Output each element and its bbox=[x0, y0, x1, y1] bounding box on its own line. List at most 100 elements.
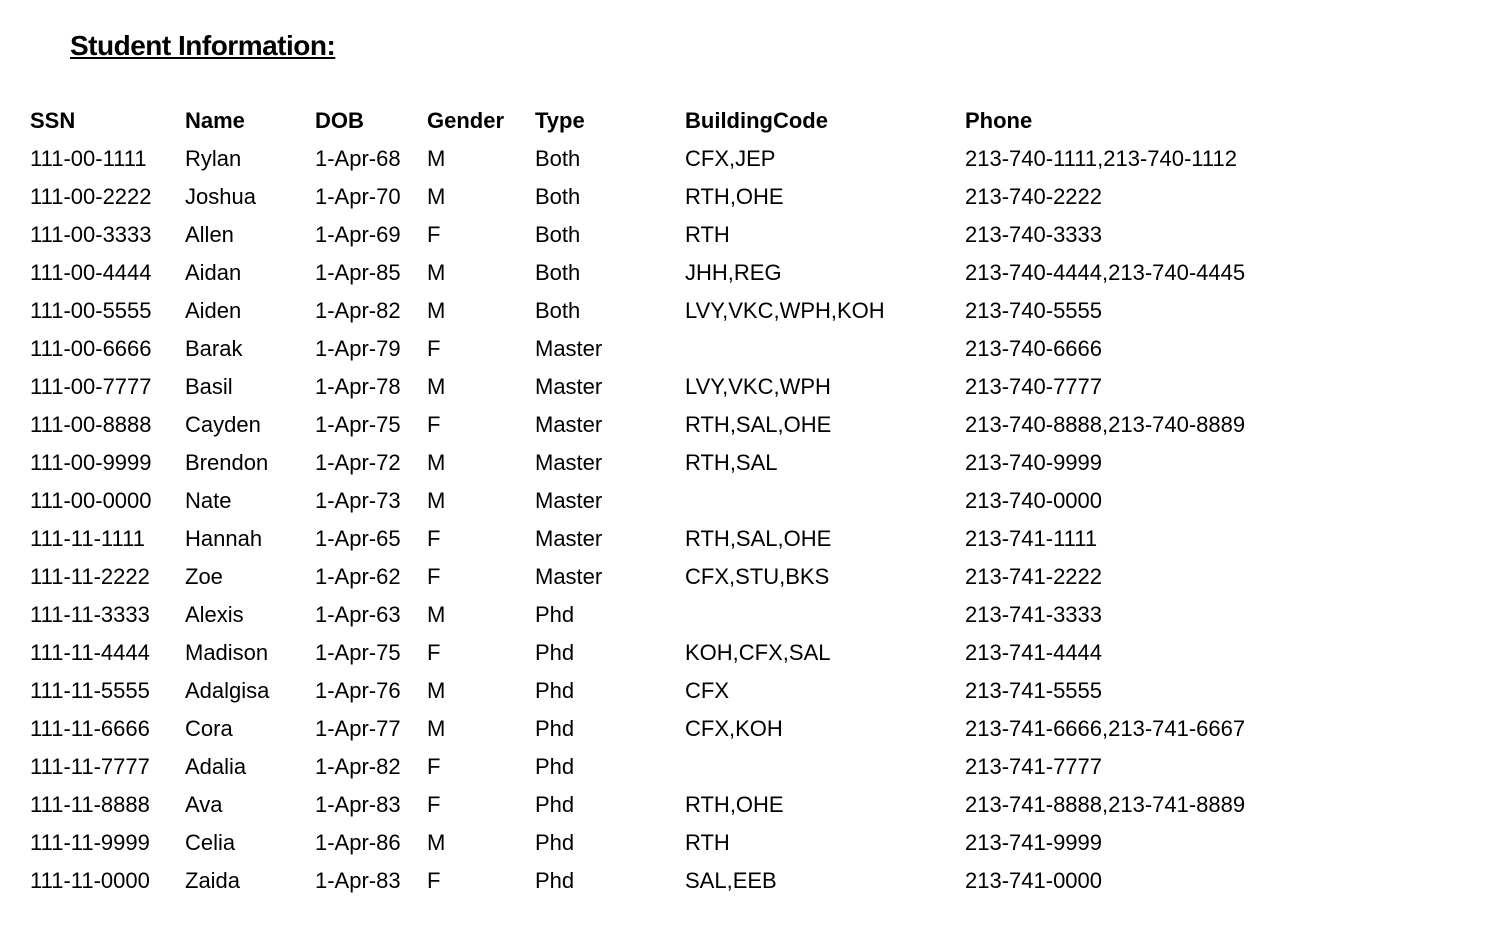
cell-type: Master bbox=[535, 482, 685, 520]
table-row: 111-00-9999Brendon1-Apr-72MMasterRTH,SAL… bbox=[30, 444, 1476, 482]
header-dob: DOB bbox=[315, 102, 427, 140]
cell-type: Phd bbox=[535, 862, 685, 900]
cell-dob: 1-Apr-77 bbox=[315, 710, 427, 748]
cell-type: Phd bbox=[535, 748, 685, 786]
cell-name: Cora bbox=[185, 710, 315, 748]
cell-ssn: 111-11-4444 bbox=[30, 634, 185, 672]
cell-building: RTH,OHE bbox=[685, 786, 965, 824]
page-title: Student Information: bbox=[70, 30, 1476, 62]
cell-name: Cayden bbox=[185, 406, 315, 444]
header-ssn: SSN bbox=[30, 102, 185, 140]
cell-name: Madison bbox=[185, 634, 315, 672]
cell-name: Aidan bbox=[185, 254, 315, 292]
cell-name: Joshua bbox=[185, 178, 315, 216]
cell-gender: M bbox=[427, 292, 535, 330]
table-row: 111-11-7777Adalia1-Apr-82FPhd213-741-777… bbox=[30, 748, 1476, 786]
cell-type: Master bbox=[535, 330, 685, 368]
table-row: 111-00-5555Aiden1-Apr-82MBothLVY,VKC,WPH… bbox=[30, 292, 1476, 330]
cell-type: Phd bbox=[535, 710, 685, 748]
cell-ssn: 111-00-5555 bbox=[30, 292, 185, 330]
cell-building: RTH,SAL,OHE bbox=[685, 520, 965, 558]
cell-type: Phd bbox=[535, 824, 685, 862]
cell-gender: M bbox=[427, 368, 535, 406]
table-row: 111-00-8888Cayden1-Apr-75FMasterRTH,SAL,… bbox=[30, 406, 1476, 444]
table-header-row: SSN Name DOB Gender Type BuildingCode Ph… bbox=[30, 102, 1476, 140]
cell-gender: F bbox=[427, 406, 535, 444]
cell-building: RTH bbox=[685, 216, 965, 254]
table-row: 111-11-9999Celia1-Apr-86MPhdRTH213-741-9… bbox=[30, 824, 1476, 862]
cell-gender: M bbox=[427, 824, 535, 862]
student-table: SSN Name DOB Gender Type BuildingCode Ph… bbox=[30, 102, 1476, 900]
cell-building: SAL,EEB bbox=[685, 862, 965, 900]
cell-gender: M bbox=[427, 482, 535, 520]
cell-name: Ava bbox=[185, 786, 315, 824]
cell-ssn: 111-00-0000 bbox=[30, 482, 185, 520]
cell-building: CFX bbox=[685, 672, 965, 710]
cell-type: Both bbox=[535, 216, 685, 254]
cell-building: KOH,CFX,SAL bbox=[685, 634, 965, 672]
cell-dob: 1-Apr-70 bbox=[315, 178, 427, 216]
cell-ssn: 111-00-2222 bbox=[30, 178, 185, 216]
cell-dob: 1-Apr-85 bbox=[315, 254, 427, 292]
cell-phone: 213-741-0000 bbox=[965, 862, 1476, 900]
cell-name: Nate bbox=[185, 482, 315, 520]
cell-gender: F bbox=[427, 558, 535, 596]
cell-type: Phd bbox=[535, 672, 685, 710]
cell-dob: 1-Apr-82 bbox=[315, 292, 427, 330]
cell-type: Phd bbox=[535, 786, 685, 824]
cell-phone: 213-740-7777 bbox=[965, 368, 1476, 406]
cell-name: Brendon bbox=[185, 444, 315, 482]
cell-ssn: 111-11-6666 bbox=[30, 710, 185, 748]
cell-type: Phd bbox=[535, 634, 685, 672]
cell-dob: 1-Apr-75 bbox=[315, 406, 427, 444]
cell-type: Phd bbox=[535, 596, 685, 634]
cell-type: Both bbox=[535, 254, 685, 292]
cell-ssn: 111-11-5555 bbox=[30, 672, 185, 710]
cell-dob: 1-Apr-73 bbox=[315, 482, 427, 520]
cell-type: Master bbox=[535, 406, 685, 444]
cell-gender: M bbox=[427, 672, 535, 710]
cell-type: Both bbox=[535, 178, 685, 216]
cell-dob: 1-Apr-62 bbox=[315, 558, 427, 596]
cell-phone: 213-741-3333 bbox=[965, 596, 1476, 634]
table-row: 111-11-1111Hannah1-Apr-65FMasterRTH,SAL,… bbox=[30, 520, 1476, 558]
cell-gender: M bbox=[427, 710, 535, 748]
cell-name: Rylan bbox=[185, 140, 315, 178]
cell-phone: 213-740-4444,213-740-4445 bbox=[965, 254, 1476, 292]
cell-gender: F bbox=[427, 748, 535, 786]
table-row: 111-00-4444Aidan1-Apr-85MBothJHH,REG213-… bbox=[30, 254, 1476, 292]
header-type: Type bbox=[535, 102, 685, 140]
cell-name: Alexis bbox=[185, 596, 315, 634]
header-phone: Phone bbox=[965, 102, 1476, 140]
cell-name: Celia bbox=[185, 824, 315, 862]
cell-ssn: 111-00-8888 bbox=[30, 406, 185, 444]
cell-ssn: 111-00-4444 bbox=[30, 254, 185, 292]
cell-gender: F bbox=[427, 520, 535, 558]
cell-dob: 1-Apr-69 bbox=[315, 216, 427, 254]
cell-building: CFX,JEP bbox=[685, 140, 965, 178]
cell-ssn: 111-00-3333 bbox=[30, 216, 185, 254]
cell-gender: M bbox=[427, 444, 535, 482]
cell-name: Zoe bbox=[185, 558, 315, 596]
cell-building: RTH,OHE bbox=[685, 178, 965, 216]
cell-phone: 213-741-7777 bbox=[965, 748, 1476, 786]
cell-type: Both bbox=[535, 140, 685, 178]
cell-building: RTH bbox=[685, 824, 965, 862]
cell-building bbox=[685, 596, 965, 634]
cell-gender: M bbox=[427, 596, 535, 634]
cell-phone: 213-741-8888,213-741-8889 bbox=[965, 786, 1476, 824]
cell-gender: F bbox=[427, 634, 535, 672]
cell-gender: F bbox=[427, 330, 535, 368]
cell-building: RTH,SAL,OHE bbox=[685, 406, 965, 444]
cell-gender: F bbox=[427, 862, 535, 900]
table-row: 111-11-5555Adalgisa1-Apr-76MPhdCFX213-74… bbox=[30, 672, 1476, 710]
table-row: 111-00-3333Allen1-Apr-69FBothRTH213-740-… bbox=[30, 216, 1476, 254]
cell-ssn: 111-00-6666 bbox=[30, 330, 185, 368]
table-row: 111-00-1111Rylan1-Apr-68MBothCFX,JEP213-… bbox=[30, 140, 1476, 178]
cell-gender: F bbox=[427, 216, 535, 254]
cell-phone: 213-740-9999 bbox=[965, 444, 1476, 482]
cell-dob: 1-Apr-78 bbox=[315, 368, 427, 406]
cell-phone: 213-740-8888,213-740-8889 bbox=[965, 406, 1476, 444]
table-row: 111-11-8888Ava1-Apr-83FPhdRTH,OHE213-741… bbox=[30, 786, 1476, 824]
table-row: 111-00-6666Barak1-Apr-79FMaster213-740-6… bbox=[30, 330, 1476, 368]
